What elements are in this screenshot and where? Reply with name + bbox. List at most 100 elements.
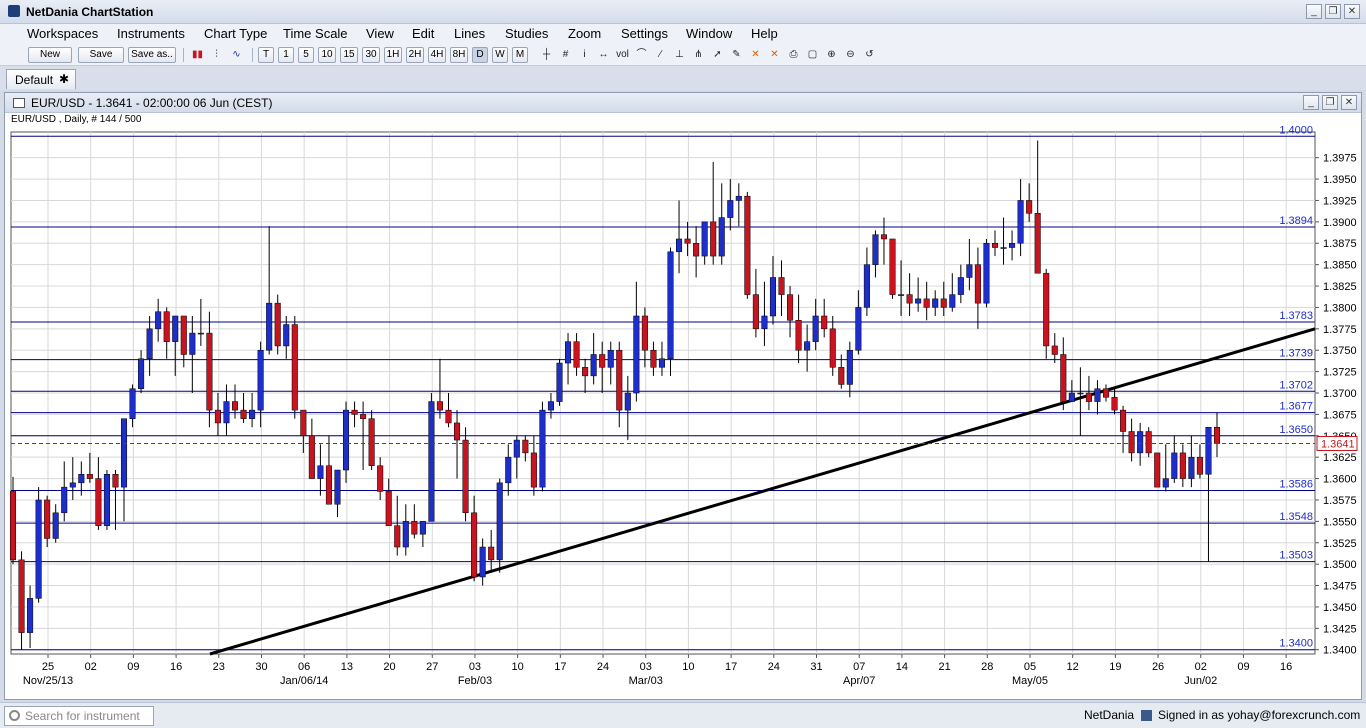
zoom-reset-icon[interactable]: ↺ bbox=[861, 47, 878, 63]
menu-lines[interactable]: Lines bbox=[454, 26, 485, 41]
candle-body bbox=[291, 324, 298, 411]
x-month-label: Apr/07 bbox=[843, 675, 875, 687]
candle-body bbox=[624, 392, 631, 411]
timescale-4h-button[interactable]: 4H bbox=[428, 47, 446, 63]
candle-body bbox=[61, 486, 68, 514]
line-chart-icon[interactable]: ∿ bbox=[228, 47, 245, 63]
x-tick-label: 03 bbox=[469, 661, 481, 673]
new-button[interactable]: New bbox=[28, 47, 72, 63]
channel-icon[interactable]: ⊥ bbox=[671, 47, 688, 63]
pen-icon[interactable]: ✎ bbox=[728, 47, 745, 63]
timescale-m-button[interactable]: M bbox=[512, 47, 528, 63]
timescale-1h-button[interactable]: 1H bbox=[384, 47, 402, 63]
y-tick-label: 1.3675 bbox=[1323, 409, 1357, 421]
tab-default[interactable]: Default ✱ bbox=[6, 69, 76, 89]
menu-instruments[interactable]: Instruments bbox=[117, 26, 185, 41]
chart-minimize-button[interactable]: _ bbox=[1303, 95, 1319, 110]
menu-workspaces[interactable]: Workspaces bbox=[27, 26, 98, 41]
save-button[interactable]: Save bbox=[78, 47, 124, 63]
workspace-tabbar: Default ✱ bbox=[0, 66, 1366, 90]
menu-settings[interactable]: Settings bbox=[621, 26, 668, 41]
zoom-in-icon[interactable]: ⊕ bbox=[823, 47, 840, 63]
menu-chart-type[interactable]: Chart Type bbox=[204, 26, 267, 41]
timescale-10-button[interactable]: 10 bbox=[318, 47, 336, 63]
menu-view[interactable]: View bbox=[366, 26, 394, 41]
tab-label: Default bbox=[15, 73, 54, 87]
y-tick-label: 1.3450 bbox=[1323, 602, 1357, 614]
candle-body bbox=[761, 315, 768, 330]
candle-body bbox=[1051, 345, 1058, 355]
scroll-icon[interactable]: ↔ bbox=[595, 47, 612, 63]
timescale-5-button[interactable]: 5 bbox=[298, 47, 314, 63]
x-tick-label: 30 bbox=[255, 661, 267, 673]
search-input[interactable]: Search for instrument bbox=[4, 706, 154, 726]
delete-studies-icon[interactable]: ✕ bbox=[766, 47, 783, 63]
timescale-d-button[interactable]: D bbox=[472, 47, 488, 63]
info-icon[interactable]: i bbox=[576, 47, 593, 63]
candle-body bbox=[1179, 452, 1186, 479]
menu-help[interactable]: Help bbox=[751, 26, 778, 41]
minimize-button[interactable]: _ bbox=[1306, 4, 1322, 19]
candle-body bbox=[18, 559, 25, 633]
timescale-w-button[interactable]: W bbox=[492, 47, 508, 63]
timescale-8h-button[interactable]: 8H bbox=[450, 47, 468, 63]
x-tick-label: 09 bbox=[127, 661, 139, 673]
y-tick-label: 1.3850 bbox=[1323, 260, 1357, 272]
x-month-label: Mar/03 bbox=[629, 675, 663, 687]
candlestick-chart-icon[interactable]: ▮▮ bbox=[189, 47, 206, 63]
print-preview-icon[interactable]: ▢ bbox=[804, 47, 821, 63]
x-tick-label: 14 bbox=[896, 661, 908, 673]
menu-zoom[interactable]: Zoom bbox=[568, 26, 601, 41]
candle-body bbox=[658, 358, 665, 368]
ohlc-bar-chart-icon[interactable]: ⫶ bbox=[208, 47, 225, 63]
chart-maximize-button[interactable]: ❐ bbox=[1322, 95, 1338, 110]
candle-body bbox=[1034, 213, 1041, 274]
candle-body bbox=[565, 341, 572, 364]
volume-icon[interactable]: vol bbox=[614, 47, 631, 63]
maximize-button[interactable]: ❐ bbox=[1325, 4, 1341, 19]
timescale-t-button[interactable]: T bbox=[258, 47, 274, 63]
timescale-2h-button[interactable]: 2H bbox=[406, 47, 424, 63]
candle-body bbox=[590, 354, 597, 377]
fib-icon[interactable]: ∕ bbox=[652, 47, 669, 63]
candle-body bbox=[86, 474, 93, 479]
crosshair-icon[interactable]: ┼ bbox=[538, 47, 555, 63]
y-tick-label: 1.3750 bbox=[1323, 345, 1357, 357]
search-icon bbox=[9, 710, 20, 721]
chart-close-button[interactable]: ✕ bbox=[1341, 95, 1357, 110]
candle-body bbox=[95, 478, 102, 526]
close-button[interactable]: ✕ bbox=[1344, 4, 1360, 19]
delete-lines-icon[interactable]: ✕ bbox=[747, 47, 764, 63]
last-price-label: 1.3641 bbox=[1321, 438, 1355, 450]
print-icon[interactable]: ⎙ bbox=[785, 47, 802, 63]
y-tick-label: 1.3950 bbox=[1323, 174, 1357, 186]
menu-time-scale[interactable]: Time Scale bbox=[283, 26, 348, 41]
grid-icon[interactable]: # bbox=[557, 47, 574, 63]
candle-body bbox=[120, 418, 128, 488]
candle-body bbox=[351, 409, 358, 415]
y-tick-label: 1.3875 bbox=[1323, 238, 1357, 250]
cursor-icon[interactable]: ➚ bbox=[709, 47, 726, 63]
menu-studies[interactable]: Studies bbox=[505, 26, 548, 41]
tab-close-icon[interactable]: ✱ bbox=[59, 72, 69, 86]
menu-edit[interactable]: Edit bbox=[412, 26, 434, 41]
candle-body bbox=[334, 469, 341, 505]
save-as-button[interactable]: Save as.. bbox=[128, 47, 176, 63]
x-tick-label: 10 bbox=[512, 661, 524, 673]
y-tick-label: 1.3425 bbox=[1323, 623, 1357, 635]
zoom-out-icon[interactable]: ⊖ bbox=[842, 47, 859, 63]
y-tick-label: 1.3625 bbox=[1323, 452, 1357, 464]
candle-body bbox=[1102, 388, 1110, 398]
x-tick-label: 09 bbox=[1237, 661, 1249, 673]
candle-body bbox=[676, 238, 683, 253]
pitchfork-icon[interactable]: ⋔ bbox=[690, 47, 707, 63]
candle-body bbox=[556, 362, 563, 402]
candle-body bbox=[189, 332, 196, 355]
timescale-1-button[interactable]: 1 bbox=[278, 47, 294, 63]
timescale-15-button[interactable]: 15 bbox=[340, 47, 358, 63]
price-chart[interactable]: 25 02 09 16 23 30 06 13 20 27 03 10 17 24 03 10 17 24 31 07… bbox=[5, 126, 1361, 699]
menu-window[interactable]: Window bbox=[686, 26, 732, 41]
line-tool-icon[interactable]: ⌒ bbox=[633, 47, 650, 63]
candle-body bbox=[846, 349, 853, 385]
timescale-30-button[interactable]: 30 bbox=[362, 47, 380, 63]
